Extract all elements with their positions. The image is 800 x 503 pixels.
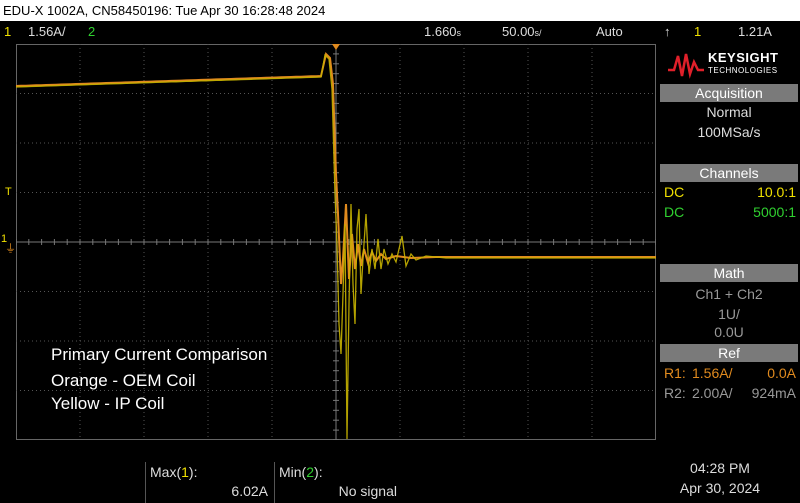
trigger-position-marker (332, 44, 340, 50)
r1-offset: 0.0A (767, 365, 796, 381)
channel-row-2[interactable]: DC 5000:1 (664, 204, 796, 222)
keysight-wave-icon (668, 53, 704, 79)
brand-name: KEYSIGHT (708, 50, 779, 65)
max-label: Max(1): (150, 464, 198, 480)
clock-date: Apr 30, 2024 (679, 480, 761, 496)
brand-logo: KEYSIGHT TECHNOLOGIES (660, 44, 798, 82)
trigger-level-marker: T (5, 186, 12, 198)
math-header[interactable]: Math (660, 264, 798, 282)
annotation-title: Primary Current Comparison (51, 345, 268, 364)
acquisition-rate: 100MSa/s (697, 124, 761, 140)
math-function: Ch1 + Ch2 (695, 286, 763, 302)
ground-icon: ⏚ (5, 243, 16, 255)
trigger-level[interactable]: 1.21A (738, 24, 772, 39)
max-value: 6.02A (231, 483, 268, 499)
ch1-number[interactable]: 1 (4, 24, 11, 39)
measurement-bar: Max(1): 6.02A Min(2): No signal 04:28 PM… (0, 460, 800, 503)
r2-name: R2: (664, 385, 686, 401)
annotation-orange: Orange - OEM Coil (51, 371, 196, 390)
status-row: 1 1.56A/ 2 1.660s 50.00s/ Auto ↑ 1 1.21A (0, 22, 800, 41)
ref-header[interactable]: Ref (660, 344, 798, 362)
channels-header[interactable]: Channels (660, 164, 798, 182)
acquisition-header[interactable]: Acquisition (660, 84, 798, 102)
annotation-yellow: Yellow - IP Coil (51, 394, 165, 413)
min-value: No signal (338, 483, 397, 499)
ch2-coupling: DC (664, 204, 685, 220)
min-label: Min(2): (279, 464, 323, 480)
ch1-probe: 10.0:1 (757, 184, 796, 200)
measurement-max[interactable]: Max(1): 6.02A (145, 462, 274, 503)
ref-row-1[interactable]: R1: 1.56A/ 0.0A (664, 365, 796, 383)
r1-name: R1: (664, 365, 686, 381)
r1-scale: 1.56A/ (692, 365, 733, 381)
ch1-scale[interactable]: 1.56A/ (28, 24, 66, 39)
r2-offset: 924mA (751, 385, 796, 401)
math-scale: 1U/ (718, 306, 740, 322)
ch2-number[interactable]: 2 (88, 24, 95, 39)
ref-row-2[interactable]: R2: 2.00A/ 924mA (664, 385, 796, 403)
measurement-min[interactable]: Min(2): No signal (274, 462, 403, 503)
math-offset: 0.0U (714, 324, 744, 340)
trigger-mode[interactable]: Auto (596, 24, 623, 39)
side-panel: KEYSIGHT TECHNOLOGIES Acquisition Normal… (660, 44, 800, 440)
ch2-probe: 5000:1 (753, 204, 796, 220)
channel-row-1[interactable]: DC 10.0:1 (664, 184, 796, 202)
time-position[interactable]: 1.660s (424, 24, 461, 39)
trigger-source[interactable]: 1 (694, 24, 701, 39)
timebase[interactable]: 50.00s/ (502, 24, 542, 39)
trigger-edge-icon: ↑ (664, 24, 671, 39)
r2-scale: 2.00A/ (692, 385, 733, 401)
title-text: EDU-X 1002A, CN58450196: Tue Apr 30 16:2… (3, 3, 326, 18)
title-bar: EDU-X 1002A, CN58450196: Tue Apr 30 16:2… (0, 0, 800, 21)
acquisition-mode: Normal (706, 104, 752, 120)
ch1-coupling: DC (664, 184, 685, 200)
clock-time: 04:28 PM (690, 460, 750, 476)
brand-sub: TECHNOLOGIES (708, 66, 778, 75)
